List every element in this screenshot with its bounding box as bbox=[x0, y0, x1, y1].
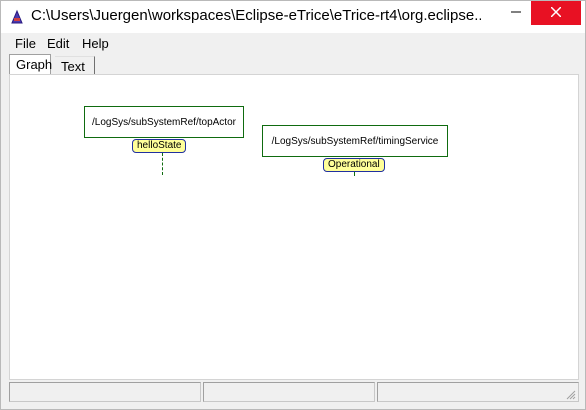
close-icon bbox=[550, 4, 562, 22]
minimize-icon bbox=[510, 4, 521, 22]
resize-grip-icon[interactable] bbox=[564, 387, 576, 400]
tab-text[interactable]: Text bbox=[55, 56, 95, 74]
status-cell-1 bbox=[9, 382, 201, 402]
status-bar bbox=[9, 382, 579, 402]
status-cell-3 bbox=[377, 382, 579, 402]
menu-bar: File Edit Help bbox=[1, 33, 585, 53]
graph-canvas[interactable]: /LogSys/subSystemRef/topActor helloState… bbox=[9, 74, 579, 380]
tab-strip: Graph Text bbox=[9, 54, 579, 74]
lifeline-timingservice bbox=[354, 172, 355, 176]
actor-node-topactor[interactable]: /LogSys/subSystemRef/topActor bbox=[84, 106, 244, 138]
app-icon[interactable] bbox=[9, 9, 25, 25]
state-label-topactor: helloState bbox=[132, 139, 187, 153]
state-label-timingservice: Operational bbox=[323, 158, 385, 172]
actor-node-timingservice[interactable]: /LogSys/subSystemRef/timingService bbox=[262, 125, 448, 157]
menu-file[interactable]: File bbox=[15, 36, 36, 51]
tab-graph[interactable]: Graph bbox=[9, 54, 52, 74]
menu-help[interactable]: Help bbox=[82, 36, 109, 51]
title-bar[interactable]: C:\Users\Juergen\workspaces\Eclipse-eTri… bbox=[1, 1, 585, 33]
application-window: C:\Users\Juergen\workspaces\Eclipse-eTri… bbox=[0, 0, 586, 410]
window-title: C:\Users\Juergen\workspaces\Eclipse-eTri… bbox=[31, 7, 481, 24]
lifeline-topactor bbox=[162, 153, 163, 175]
close-button[interactable] bbox=[531, 1, 581, 25]
status-cell-2 bbox=[203, 382, 375, 402]
menu-edit[interactable]: Edit bbox=[47, 36, 69, 51]
